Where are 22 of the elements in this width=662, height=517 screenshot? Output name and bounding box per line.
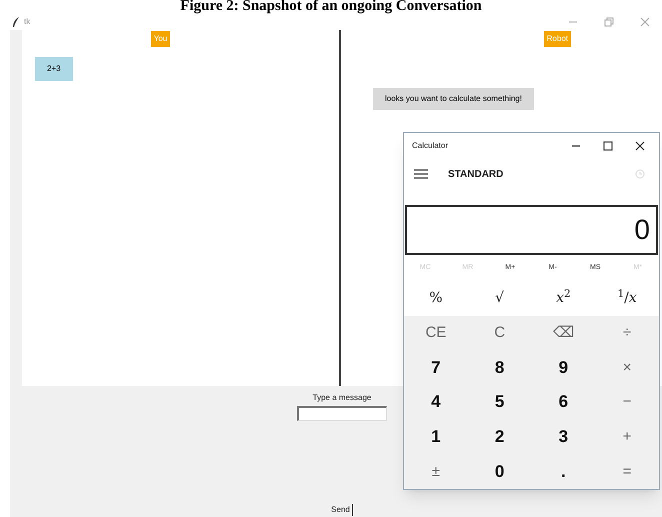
- send-button[interactable]: Send: [331, 504, 353, 516]
- close-icon[interactable]: [635, 141, 645, 151]
- calculator-title: Calculator: [412, 140, 450, 152]
- maximize-icon[interactable]: [603, 141, 613, 151]
- user-message: 2+3: [35, 57, 73, 81]
- calculator-key[interactable]: ±: [404, 454, 468, 489]
- robot-label: Robot: [544, 31, 571, 47]
- calculator-key[interactable]: =: [595, 454, 659, 489]
- input-label: Type a message: [312, 392, 372, 404]
- calculator-key[interactable]: x$^{2}$: [532, 281, 596, 316]
- feather-icon: [12, 16, 20, 28]
- restore-icon[interactable]: [604, 17, 614, 27]
- display-field: 0: [405, 205, 658, 255]
- calculator-key[interactable]: √: [468, 281, 532, 316]
- message-input[interactable]: [297, 406, 387, 421]
- menu-icon[interactable]: [414, 169, 428, 179]
- calculator-key[interactable]: $^{1}$/x: [595, 281, 659, 316]
- mode-title: STANDARD: [448, 168, 504, 182]
- robot-message: looks you want to calculate something!: [373, 88, 534, 110]
- window-title: tk: [24, 16, 30, 28]
- user-label: You: [150, 31, 170, 47]
- calculator-key[interactable]: %: [404, 281, 468, 316]
